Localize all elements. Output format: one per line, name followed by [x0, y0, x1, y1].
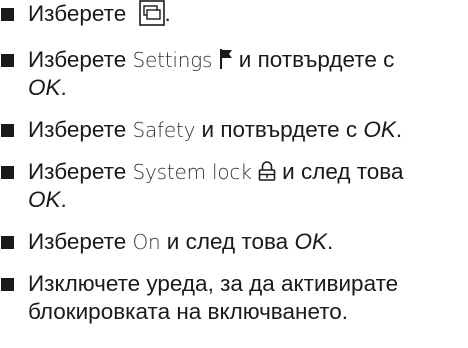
- step-punct: .: [395, 117, 403, 143]
- ok-label: OK: [28, 75, 61, 101]
- padlock-icon: [258, 160, 276, 182]
- step-text: Изберете: [28, 159, 127, 185]
- bullet-square: [1, 166, 14, 180]
- bullet-square: [1, 278, 14, 292]
- step-punct: .: [164, 1, 171, 26]
- step-text: Изберете: [28, 117, 127, 143]
- step-text: Изберете: [28, 1, 127, 26]
- step-2: Изберете Settings и потвърдете с OK.: [0, 46, 468, 102]
- step-text: и след това: [166, 229, 289, 255]
- step-4: Изберете System lock и след това OK.: [0, 158, 468, 214]
- bullet-square: [1, 54, 14, 68]
- ok-label: OK: [363, 117, 396, 143]
- step-6: Изключете уреда, за да активирате блокир…: [0, 270, 468, 326]
- step-1: Изберете .: [0, 0, 468, 28]
- step-text: и след това: [282, 159, 404, 185]
- step-punct: .: [326, 229, 334, 255]
- ok-label: OK: [28, 187, 61, 213]
- window-copy-icon: [138, 0, 165, 26]
- ok-label: OK: [294, 229, 327, 255]
- step-text: Изберете: [28, 229, 127, 255]
- step-text: и потвърдете с: [238, 47, 395, 73]
- step-text: Изключете уреда, за да активирате блокир…: [28, 271, 399, 325]
- step-text: Изберете: [28, 47, 127, 73]
- ui-label-on: On: [132, 230, 161, 255]
- flag-icon: [219, 48, 233, 70]
- ui-label-system-lock: System lock: [132, 160, 252, 185]
- bullet-square: [1, 8, 14, 21]
- step-5: Изберете On и след това OK.: [0, 228, 468, 256]
- step-punct: .: [60, 75, 67, 101]
- step-3: Изберете Safety и потвърдете с OK.: [0, 116, 468, 144]
- ui-label-safety: Safety: [132, 118, 196, 143]
- instruction-list: Изберете . Изберете Settings и потвърдет…: [0, 0, 468, 326]
- bullet-square: [1, 236, 14, 250]
- bullet-square: [1, 124, 14, 138]
- step-punct: .: [60, 187, 67, 213]
- step-text: и потвърдете с: [201, 117, 358, 143]
- ui-label-settings: Settings: [132, 48, 213, 73]
